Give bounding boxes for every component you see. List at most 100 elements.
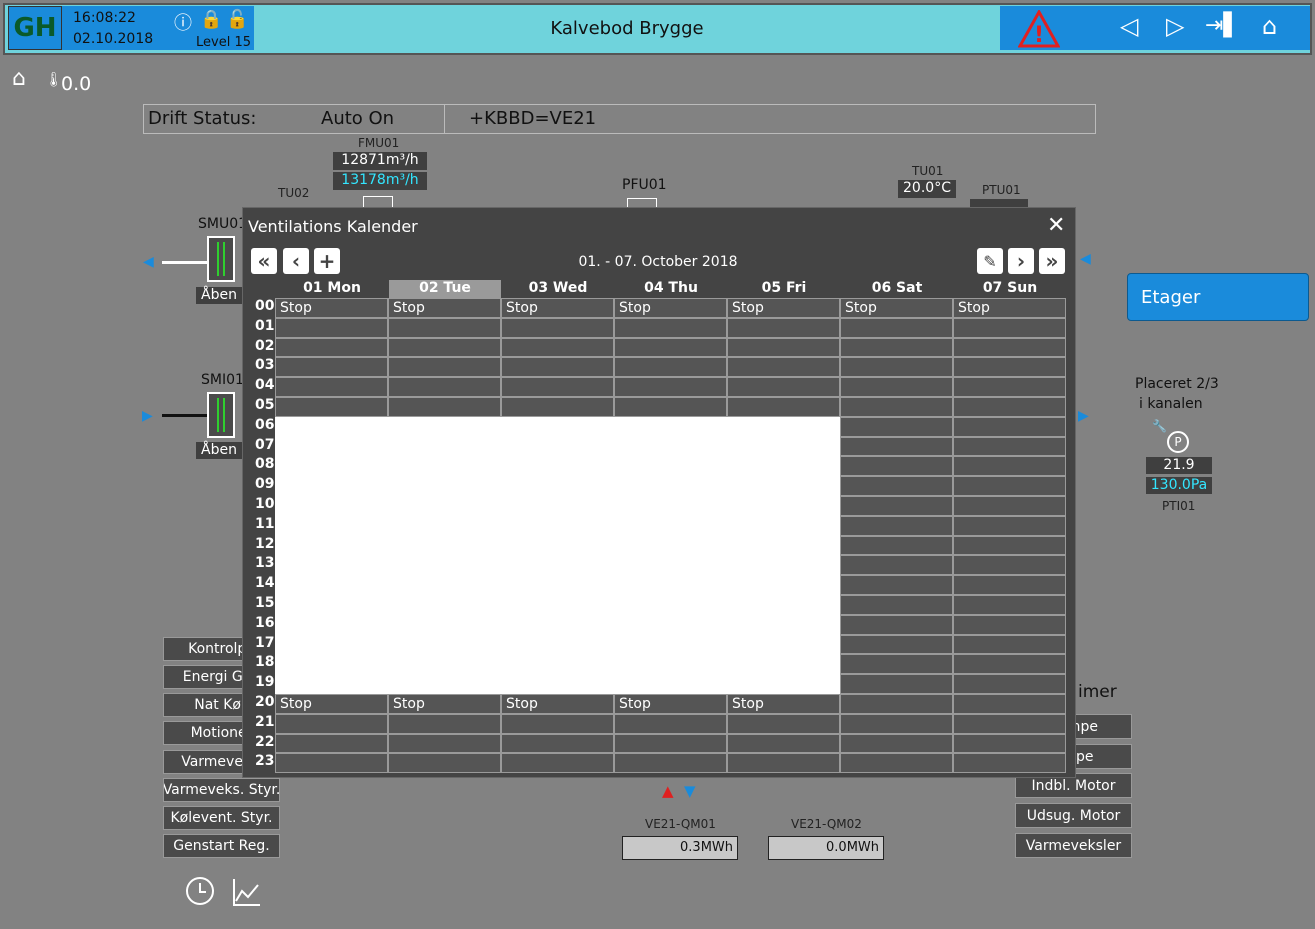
schedule-cell[interactable] [614, 357, 727, 378]
schedule-cell[interactable] [275, 377, 388, 397]
ptu01-value[interactable] [970, 199, 1028, 207]
home-icon[interactable]: ⌂ [1262, 12, 1277, 40]
day-header[interactable]: 06 Sat [841, 280, 953, 298]
trend-chart-icon[interactable] [232, 877, 262, 911]
schedule-cell[interactable] [727, 317, 840, 338]
schedule-cell[interactable] [275, 614, 388, 635]
schedule-cell[interactable] [840, 397, 953, 417]
schedule-cell[interactable] [388, 713, 501, 734]
schedule-cell[interactable] [275, 713, 388, 734]
schedule-cell[interactable] [840, 694, 953, 714]
clock-icon[interactable] [186, 877, 214, 905]
varmeveksler-button[interactable]: Varmeveksler [1015, 833, 1132, 858]
schedule-cell[interactable] [275, 397, 388, 417]
schedule-cell[interactable] [953, 397, 1066, 417]
schedule-cell[interactable]: Stop [727, 298, 840, 318]
schedule-cell[interactable] [614, 496, 727, 516]
alarm-icon[interactable]: ! [1017, 8, 1061, 52]
schedule-cell[interactable] [953, 515, 1066, 536]
schedule-cell[interactable] [614, 674, 727, 694]
schedule-cell[interactable] [727, 456, 840, 477]
plus-icon[interactable]: + [314, 248, 340, 274]
schedule-cell[interactable] [840, 416, 953, 437]
schedule-cell[interactable] [275, 535, 388, 556]
schedule-cell[interactable] [501, 674, 614, 694]
schedule-cell[interactable] [388, 456, 501, 477]
schedule-cell[interactable] [614, 713, 727, 734]
schedule-cell[interactable] [275, 733, 388, 754]
schedule-cell[interactable] [388, 436, 501, 457]
schedule-cell[interactable] [614, 337, 727, 358]
schedule-cell[interactable] [727, 595, 840, 615]
day-header[interactable]: 07 Sun [954, 280, 1066, 298]
schedule-grid[interactable]: Stop Stop Stop Stop Stop Stop Stop Stop Stop Stop… [275, 298, 1066, 774]
schedule-cell[interactable] [727, 733, 840, 754]
day-column[interactable]: Stop [840, 298, 953, 774]
schedule-cell[interactable] [840, 515, 953, 536]
schedule-cell[interactable] [614, 733, 727, 754]
schedule-cell[interactable] [388, 535, 501, 556]
schedule-cell[interactable] [953, 436, 1066, 457]
schedule-cell[interactable]: Stop [727, 694, 840, 714]
schedule-cell[interactable] [388, 595, 501, 615]
schedule-cell[interactable] [388, 654, 501, 675]
schedule-cell[interactable] [727, 476, 840, 496]
schedule-cell[interactable] [840, 317, 953, 338]
schedule-cell[interactable] [275, 456, 388, 477]
schedule-cell[interactable] [614, 654, 727, 675]
schedule-cell[interactable]: Stop [501, 298, 614, 318]
pressure-sensor-icon[interactable]: P [1167, 431, 1189, 453]
schedule-cell[interactable] [388, 397, 501, 417]
schedule-cell[interactable] [501, 377, 614, 397]
pti01-setpoint[interactable]: 130.0Pa [1146, 477, 1212, 494]
schedule-cell[interactable] [275, 357, 388, 378]
schedule-cell[interactable] [840, 614, 953, 635]
kolevent-styr-button[interactable]: Kølevent. Styr. [163, 806, 280, 830]
day-column[interactable]: Stop Stop [388, 298, 501, 774]
schedule-cell[interactable] [501, 595, 614, 615]
day-column[interactable]: Stop Stop [501, 298, 614, 774]
pti01-value[interactable]: 21.9 [1146, 457, 1212, 474]
schedule-cell[interactable] [953, 654, 1066, 675]
schedule-cell[interactable] [388, 496, 501, 516]
schedule-cell[interactable] [614, 634, 727, 655]
schedule-cell[interactable] [840, 476, 953, 496]
schedule-cell[interactable] [840, 377, 953, 397]
schedule-cell[interactable]: Stop [501, 694, 614, 714]
schedule-cell[interactable]: Stop [388, 298, 501, 318]
schedule-cell[interactable] [388, 614, 501, 635]
schedule-cell[interactable] [501, 436, 614, 457]
close-icon[interactable]: ✕ [1047, 213, 1065, 238]
schedule-cell[interactable]: Stop [953, 298, 1066, 318]
schedule-cell[interactable] [840, 634, 953, 655]
day-column[interactable]: Stop Stop [275, 298, 388, 774]
schedule-cell[interactable] [614, 753, 727, 774]
schedule-cell[interactable] [953, 614, 1066, 635]
schedule-cell[interactable] [614, 476, 727, 496]
schedule-cell[interactable]: Stop [275, 298, 388, 318]
schedule-cell[interactable] [727, 496, 840, 516]
schedule-cell[interactable] [275, 515, 388, 536]
double-chevron-right-icon[interactable]: » [1039, 248, 1065, 274]
schedule-cell[interactable] [840, 654, 953, 675]
schedule-cell[interactable] [840, 337, 953, 358]
schedule-cell[interactable] [953, 555, 1066, 576]
schedule-cell[interactable] [727, 713, 840, 734]
schedule-cell[interactable] [840, 456, 953, 477]
schedule-cell[interactable] [501, 496, 614, 516]
schedule-cell[interactable] [840, 496, 953, 516]
chevron-left-icon[interactable]: ‹ [283, 248, 309, 274]
schedule-cell[interactable] [275, 634, 388, 655]
schedule-cell[interactable] [614, 515, 727, 536]
schedule-cell[interactable] [388, 476, 501, 496]
schedule-cell[interactable] [953, 733, 1066, 754]
schedule-cell[interactable] [501, 614, 614, 635]
schedule-cell[interactable] [275, 674, 388, 694]
schedule-cell[interactable] [388, 515, 501, 536]
schedule-cell[interactable] [501, 416, 614, 437]
schedule-cell[interactable] [501, 535, 614, 556]
schedule-cell[interactable] [840, 733, 953, 754]
schedule-cell[interactable] [388, 555, 501, 576]
schedule-cell[interactable] [953, 753, 1066, 774]
schedule-cell[interactable] [388, 357, 501, 378]
